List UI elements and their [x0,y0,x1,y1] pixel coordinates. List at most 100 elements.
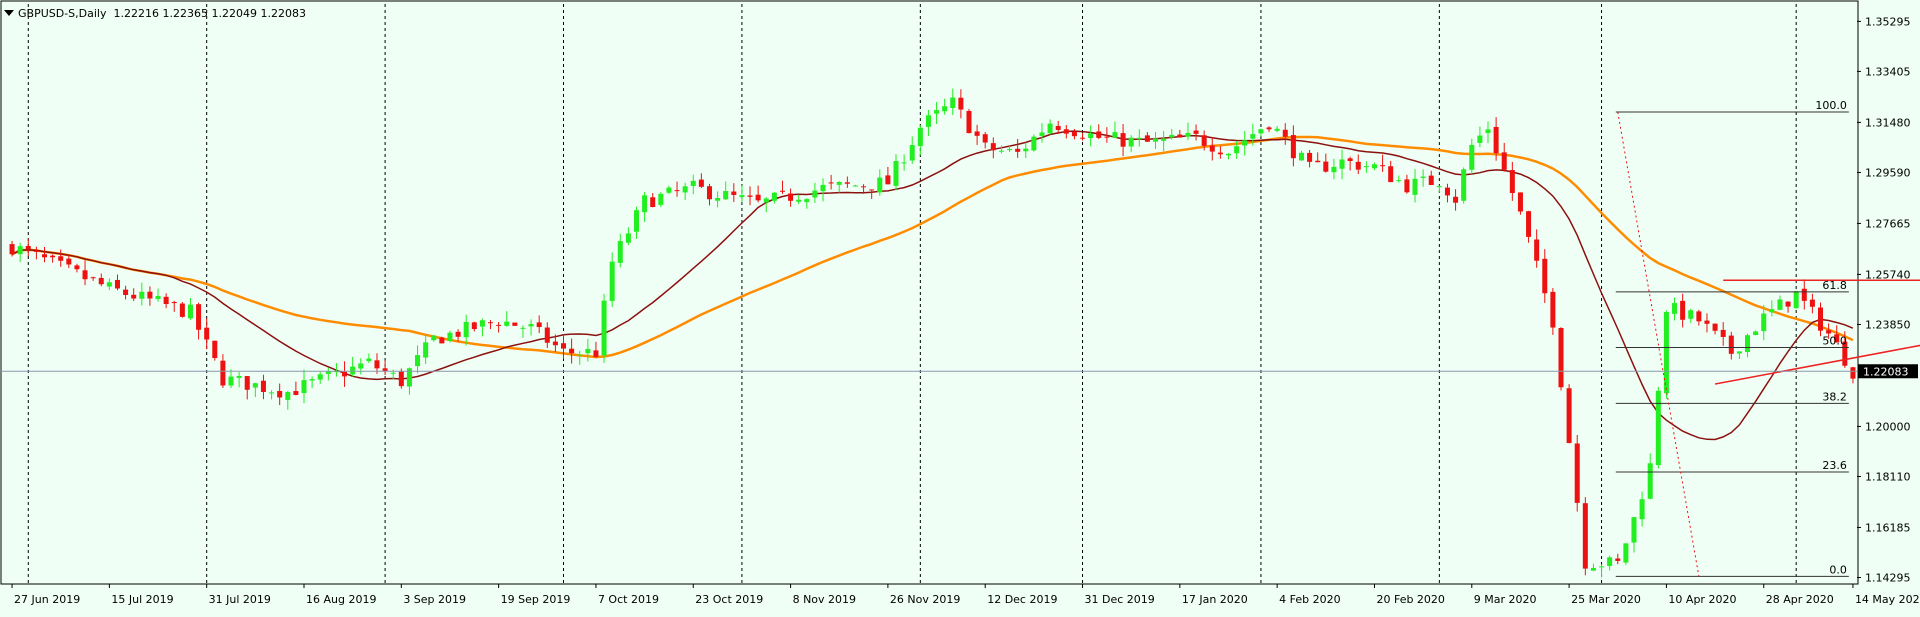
candle-body[interactable] [479,320,485,327]
candle-body[interactable] [1250,134,1256,139]
candle-body[interactable] [463,321,469,338]
candle-body[interactable] [455,331,461,337]
candle-body[interactable] [1225,153,1232,156]
candle-body[interactable] [204,327,210,340]
candle-body[interactable] [1712,323,1718,331]
candle-body[interactable] [1574,443,1580,503]
candle-body[interactable] [828,182,834,184]
candle-body[interactable] [1161,138,1167,141]
candle-body[interactable] [1339,159,1345,169]
candle-body[interactable] [382,368,388,372]
candle-body[interactable] [1436,186,1442,188]
candle-body[interactable] [1234,146,1240,154]
candle-body[interactable] [1201,135,1207,146]
candle-body[interactable] [1623,543,1629,563]
candle-body[interactable] [447,332,453,342]
candle-body[interactable] [41,254,48,258]
candle-body[interactable] [893,161,899,186]
candle-body[interactable] [1526,211,1532,237]
candle-body[interactable] [885,175,891,185]
candle-body[interactable] [1047,123,1053,134]
candle-body[interactable] [650,197,656,208]
candle-body[interactable] [552,341,558,346]
candle-body[interactable] [633,210,640,232]
candle-body[interactable] [374,360,380,369]
candle-body[interactable] [1631,517,1637,543]
candle-body[interactable] [820,184,826,192]
candle-body[interactable] [625,233,631,243]
candle-body[interactable] [1453,196,1459,203]
candle-body[interactable] [1363,166,1369,168]
candle-body[interactable] [1793,291,1799,309]
candle-body[interactable] [1055,125,1061,130]
candle-body[interactable] [17,246,23,255]
candle-body[interactable] [958,97,964,110]
candle-body[interactable] [9,244,15,255]
candle-body[interactable] [966,110,972,134]
candle-body[interactable] [131,294,137,299]
candle-body[interactable] [934,110,940,114]
candle-body[interactable] [1785,301,1791,307]
candle-body[interactable] [301,380,307,394]
candle-body[interactable] [861,186,867,188]
candle-body[interactable] [439,337,445,344]
candle-body[interactable] [1607,557,1613,567]
candle-body[interactable] [196,304,202,330]
candle-body[interactable] [1461,169,1467,201]
candle-body[interactable] [528,324,534,327]
triangle-down-icon[interactable] [4,10,14,16]
candle-body[interactable] [106,282,112,287]
candle-body[interactable] [82,270,88,280]
candle-body[interactable] [1704,320,1710,324]
candle-body[interactable] [90,277,96,279]
candle-body[interactable] [1169,134,1175,138]
candle-body[interactable] [512,322,518,326]
candle-body[interactable] [309,379,315,381]
candle-body[interactable] [1720,329,1726,338]
candle-body[interactable] [293,391,299,395]
candle-body[interactable] [723,191,729,200]
candle-body[interactable] [171,302,177,304]
candle-body[interactable] [1672,303,1678,314]
chart-canvas[interactable]: 100.061.850.038.223.60.01.352951.334051.… [0,0,1920,612]
candle-body[interactable] [1144,135,1150,142]
candle-body[interactable] [1655,390,1661,466]
candle-body[interactable] [98,277,104,285]
candle-body[interactable] [285,392,291,400]
candle-body[interactable] [1088,133,1094,139]
candle-body[interactable] [1380,165,1386,167]
candle-body[interactable] [755,194,761,201]
candle-body[interactable] [114,279,120,289]
candle-body[interactable] [1542,258,1548,294]
candle-body[interactable] [1063,129,1069,134]
candle-body[interactable] [1258,129,1264,134]
candle-body[interactable] [1801,288,1807,301]
candle-body[interactable] [1493,126,1499,154]
candle-body[interactable] [666,187,672,193]
candle-body[interactable] [796,199,802,202]
candle-body[interactable] [1112,132,1118,138]
candle-body[interactable] [1501,152,1507,170]
candle-body[interactable] [236,375,242,378]
candle-body[interactable] [1185,132,1191,137]
candle-body[interactable] [1355,161,1361,170]
candle-body[interactable] [350,366,356,375]
candle-body[interactable] [1485,129,1491,134]
candle-body[interactable] [1420,176,1426,178]
candle-body[interactable] [1307,152,1313,162]
candle-body[interactable] [1728,335,1734,354]
candle-body[interactable] [1753,331,1759,336]
candle-body[interactable] [560,343,567,349]
candle-body[interactable] [763,198,769,203]
candle-body[interactable] [244,376,250,390]
candle-body[interactable] [1331,166,1337,173]
candle-body[interactable] [358,363,364,369]
candle-body[interactable] [423,342,429,358]
candle-body[interactable] [1120,133,1126,147]
candle-body[interactable] [179,303,185,317]
candle-body[interactable] [1153,138,1159,142]
candle-body[interactable] [1590,567,1596,571]
candle-body[interactable] [155,296,161,300]
candle-body[interactable] [1599,566,1605,568]
candle-body[interactable] [715,197,721,201]
